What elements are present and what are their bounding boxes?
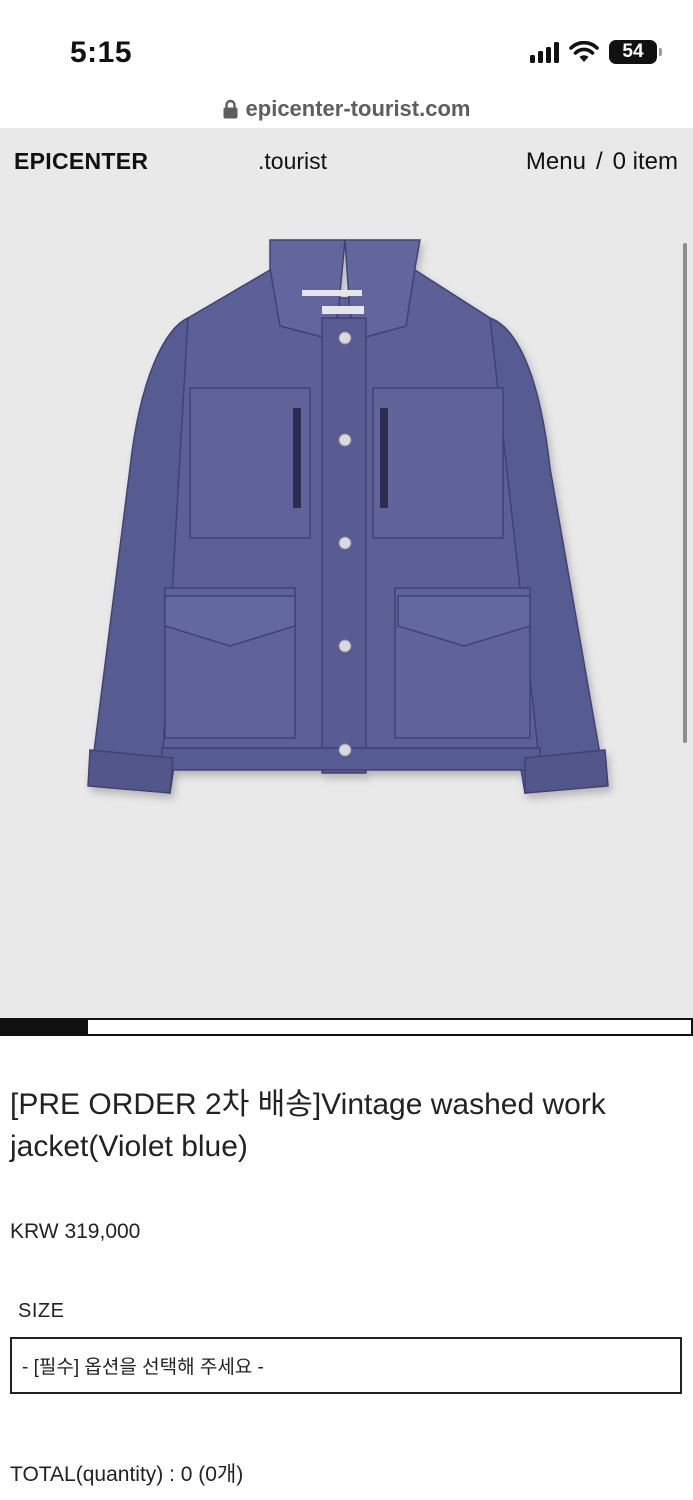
product-gallery[interactable]: EPICENTER .tourist Menu / 0 item bbox=[0, 128, 693, 1018]
status-time: 5:15 bbox=[70, 36, 133, 69]
cart-button[interactable]: 0 item bbox=[613, 148, 678, 175]
size-select-value: - [필수] 옵션을 선택해 주세요 - bbox=[22, 1357, 264, 1378]
gallery-progress-fill bbox=[2, 1020, 89, 1034]
site-header: EPICENTER .tourist Menu / 0 item bbox=[0, 128, 693, 194]
cellular-signal-icon bbox=[530, 41, 559, 63]
status-icons: 54 bbox=[530, 40, 662, 64]
lock-icon bbox=[223, 99, 238, 119]
battery-icon: 54 bbox=[609, 40, 662, 64]
sub-brand-link[interactable]: .tourist bbox=[258, 148, 327, 175]
product-price: KRW 319,000 bbox=[10, 1220, 141, 1243]
wifi-icon bbox=[569, 41, 599, 62]
size-option-label: SIZE bbox=[18, 1300, 65, 1322]
scrollbar[interactable] bbox=[683, 243, 687, 743]
header-separator: / bbox=[595, 148, 603, 175]
product-title: [PRE ORDER 2차 배송]Vintage washed work jac… bbox=[10, 1088, 606, 1163]
menu-button[interactable]: Menu bbox=[526, 148, 586, 175]
product-image bbox=[87, 239, 609, 794]
size-select[interactable]: - [필수] 옵션을 선택해 주세요 - bbox=[10, 1337, 682, 1394]
order-total: TOTAL(quantity) : 0 (0개) bbox=[10, 1463, 244, 1486]
address-bar[interactable]: epicenter-tourist.com bbox=[0, 90, 693, 128]
brand-logo[interactable]: EPICENTER bbox=[14, 148, 148, 175]
status-bar: 5:15 54 bbox=[0, 0, 693, 90]
header-actions: Menu / 0 item bbox=[526, 148, 678, 176]
gallery-progress bbox=[0, 1018, 693, 1036]
url-text: epicenter-tourist.com bbox=[245, 96, 471, 121]
battery-level: 54 bbox=[622, 41, 644, 62]
